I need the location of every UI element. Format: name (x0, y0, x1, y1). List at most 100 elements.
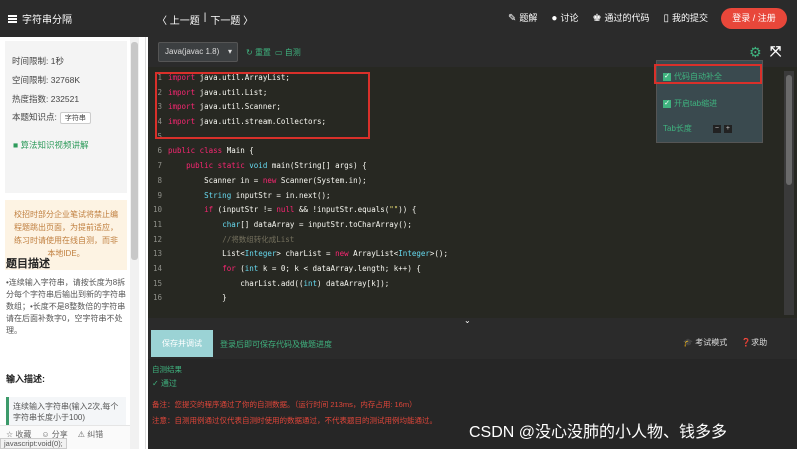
line-number: 13 (152, 249, 162, 259)
question-icon: ❓ (741, 338, 752, 347)
code-line[interactable]: 13 List<Integer> charList = new ArrayLis… (148, 247, 783, 262)
code-token: inputStr = in.next(); (231, 190, 331, 200)
line-number: 10 (152, 205, 162, 215)
save-and-debug-button[interactable]: 保存并调试 (151, 330, 213, 357)
tab-width-setting: Tab长度 − + (663, 124, 732, 133)
help-button[interactable]: ❓求助 (741, 337, 767, 348)
code-token: null (276, 205, 295, 215)
code-token: (inputStr != (213, 205, 277, 215)
report-error-button[interactable]: ⚠ 纠错 (78, 429, 103, 440)
code-token: public static (186, 161, 245, 171)
code-token: main(String[] args) { (267, 161, 367, 171)
code-line[interactable]: 14 for (int k = 0; k < dataArray.length;… (148, 262, 783, 277)
code-token: new (262, 175, 277, 185)
code-line[interactable]: 11 char[] dataArray = inputStr.toCharArr… (148, 218, 783, 233)
checkbox-icon[interactable]: ✓ (663, 99, 671, 108)
login-button[interactable]: 登录 / 注册 (721, 8, 787, 29)
code-token: Scanner in = (168, 175, 263, 185)
line-number: 7 (157, 161, 162, 171)
exam-mode-button[interactable]: 🎓 考试模式 (683, 337, 727, 348)
increase-tab-button[interactable]: + (723, 124, 732, 133)
problem-nav: 〈 上一题 | 下一题 〉 (157, 12, 253, 27)
algo-video-link[interactable]: ■ 算法知识视频讲解 (13, 139, 89, 151)
editor-scroll-thumb[interactable] (786, 75, 792, 185)
line-number: 15 (152, 278, 162, 288)
language-select[interactable]: Java(javac 1.8) ▾ (158, 42, 238, 62)
code-token: ArrayList< (348, 249, 399, 259)
sidebar-scroll-thumb[interactable] (131, 42, 138, 260)
code-token: void (244, 161, 268, 171)
my-submissions-link[interactable]: ▯ 我的提交 (663, 11, 708, 24)
mortarboard-icon: 🎓 (683, 338, 693, 347)
code-token: new (335, 249, 349, 259)
chevron-down-icon: ▾ (227, 47, 232, 56)
problem-sidebar: 时间限制: 1秒 空间限制: 32768K 热度指数: 232521 本题知识点… (0, 37, 146, 449)
code-token: String (204, 190, 232, 200)
next-problem-link[interactable]: 下一题 〉 (210, 12, 253, 27)
problem-title: 字符串分隔 (22, 15, 72, 26)
code-token: Main { (222, 146, 254, 156)
code-line[interactable]: 12 //将数组转化成List (148, 233, 783, 248)
heat-index: 热度指数: 232521 (12, 94, 80, 104)
code-token: Integer (244, 249, 277, 259)
top-actions: ✎ 题解 ● 讨论 ♚ 通过的代码 ▯ 我的提交 (508, 11, 708, 24)
prev-problem-link[interactable]: 〈 上一题 (157, 12, 200, 27)
chevron-down-icon[interactable]: ⌄ (464, 316, 471, 325)
save-tip-link[interactable]: 登录后即可保存代码及做题进度 (220, 339, 332, 350)
code-line[interactable]: 10 if (inputStr != null && !inputStr.equ… (148, 203, 783, 218)
line-number: 9 (157, 190, 162, 200)
code-line[interactable]: 7 public static void main(String[] args)… (148, 159, 783, 174)
brand[interactable]: 字符串分隔 (8, 11, 72, 26)
line-number: 6 (157, 146, 162, 156)
chat-icon: ● (551, 13, 558, 24)
result-warning: 注意：自测用例通过仅代表自测时使用的数据通过，不代表题目的测试用例均能通过。 (152, 416, 437, 425)
knowledge-tag[interactable]: 字符串 (59, 112, 91, 124)
desc-text: •连续输入字符串，请按长度为8拆分每个字符串后输出到新的字符串数组；•长度不是8… (6, 278, 126, 335)
code-token: int (244, 263, 259, 273)
highlight-box-imports (155, 72, 370, 139)
desc-title: 题目描述 (6, 258, 50, 270)
code-token: List< (168, 249, 245, 259)
fullscreen-icon[interactable]: ⤧ (770, 43, 781, 60)
reset-button[interactable]: ↻ 重置 (246, 47, 271, 58)
tab-indent-toggle[interactable]: ✓ 开启tab缩进 (663, 98, 717, 109)
code-line[interactable]: 8 Scanner in = new Scanner(System.in); (148, 174, 783, 189)
code-token: public class (168, 146, 223, 156)
result-status: ✓ 通过 (152, 379, 177, 388)
code-token: ) dataArray[k]); (317, 278, 390, 288)
code-token: && !inputStr.equals( (294, 205, 390, 215)
menu-icon[interactable] (8, 14, 17, 23)
editor-scrollbar[interactable] (784, 71, 794, 315)
code-line[interactable]: 6 public class Main { (148, 144, 783, 159)
edit-icon: ✎ (508, 13, 517, 24)
panel-collapse-bar[interactable]: ⌄ (148, 316, 797, 326)
discussion-link[interactable]: ● 讨论 (551, 11, 578, 24)
code-token: )) { (398, 205, 417, 215)
highlight-box-autocomplete (654, 64, 762, 84)
code-token: char (222, 219, 241, 229)
result-title: 自测结果 (152, 365, 182, 374)
code-line[interactable]: 15 charList.add((int) dataArray[k]); (148, 277, 783, 292)
code-line[interactable]: 16 } (148, 291, 783, 306)
trophy-icon: ♚ (592, 13, 602, 24)
code-token: > charList = (276, 249, 336, 259)
top-bar: 字符串分隔 〈 上一题 | 下一题 〉 ✎ 题解 ● 讨论 ♚ 通过的代码 ▯ 我的提交… (0, 0, 797, 37)
code-token: int (303, 278, 318, 288)
code-token: //将数组转化成List (222, 234, 295, 244)
solution-link[interactable]: ✎ 题解 (508, 11, 537, 24)
gear-icon[interactable]: ⚙ (749, 44, 762, 61)
line-number: 12 (152, 234, 162, 244)
code-token: k = 0; k < dataArray.length; k++) { (258, 263, 421, 273)
result-note: 备注：您提交的程序通过了你的自测数据。（运行时间 213ms，内存占用: 16m… (152, 400, 417, 409)
sidebar-scrollbar[interactable] (130, 37, 139, 449)
self-test-button[interactable]: ▭ 自测 (275, 47, 301, 58)
code-token: if (204, 205, 214, 215)
code-line[interactable]: 9 String inputStr = in.next(); (148, 189, 783, 204)
line-number: 11 (152, 219, 162, 229)
decrease-tab-button[interactable]: − (712, 124, 721, 133)
code-token: Scanner(System.in); (276, 175, 367, 185)
passed-code-link[interactable]: ♚ 通过的代码 (592, 11, 649, 24)
